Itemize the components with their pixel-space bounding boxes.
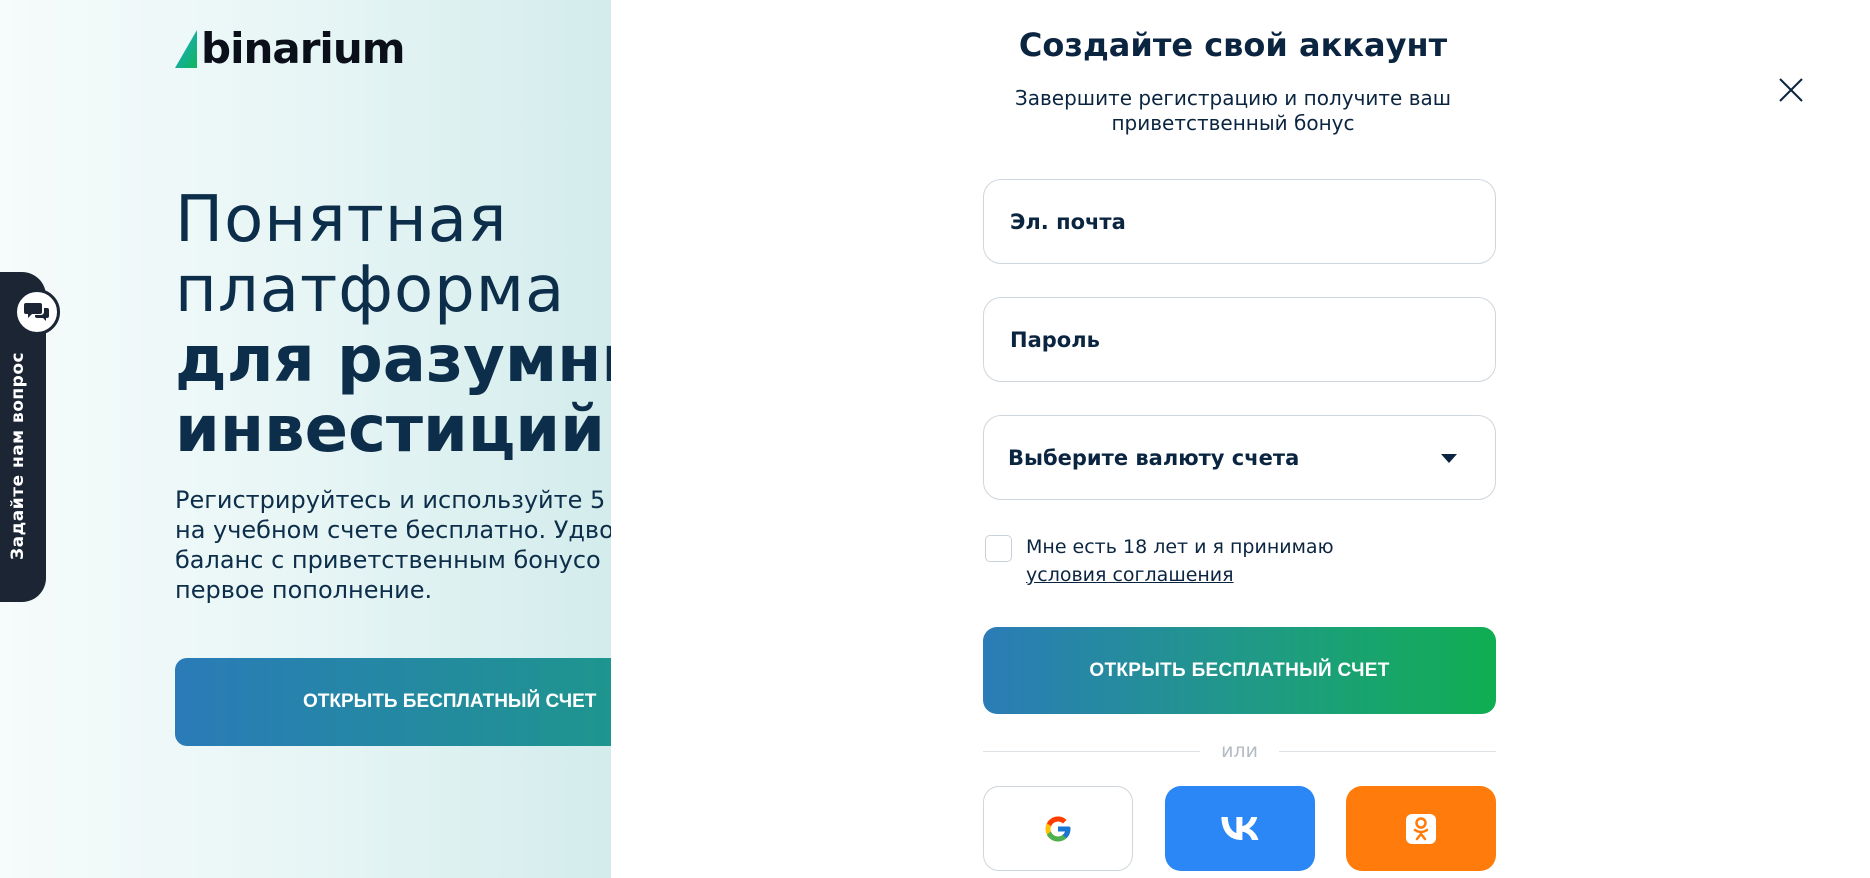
hero-heading: Понятная платформа для разумных инвестиц… [175,185,611,465]
signup-subtitle: Завершите регистрацию и получите ваш при… [1014,86,1452,135]
or-divider: или [983,740,1496,764]
hero-open-account-button[interactable]: ОТКРЫТЬ БЕСПЛАТНЫЙ СЧЕТ [175,658,611,746]
ask-question-label: Задайте нам вопрос [8,351,28,560]
odnoklassniki-login-button[interactable] [1346,786,1496,871]
password-input[interactable] [1008,326,1495,353]
hero-line-1: Понятная [175,183,508,257]
open-free-account-button[interactable]: ОТКРЫТЬ БЕСПЛАТНЫЙ СЧЕТ [983,627,1496,714]
email-field[interactable] [983,179,1496,264]
hero-line-3: для разумных [175,323,611,397]
currency-select[interactable]: Выберите валюту счета [983,415,1496,500]
password-field[interactable] [983,297,1496,382]
close-icon[interactable] [1777,76,1805,104]
hero-description: Регистрируйтесь и используйте 5 на учебн… [175,486,611,604]
logo-mark-icon [175,30,197,68]
odnoklassniki-icon [1406,813,1436,844]
brand-logo[interactable]: binarium [175,24,405,73]
chat-bubbles-icon[interactable] [14,289,60,335]
vk-icon [1221,816,1259,840]
currency-select-label: Выберите валюту счета [1008,445,1300,470]
divider-line-right [1279,751,1496,752]
signup-title: Создайте свой аккаунт [1018,26,1448,64]
consent-text: Мне есть 18 лет и я принимаю [1026,536,1334,558]
landing-section: binarium Понятная платформа для разумных… [0,0,611,878]
google-icon [1045,816,1071,841]
age-consent-checkbox[interactable] [985,535,1012,562]
google-login-button[interactable] [983,786,1133,871]
hero-line-2: платформа [175,253,566,327]
email-input[interactable] [1008,208,1495,235]
brand-name: binarium [201,24,405,73]
hero-line-4: инвестиций [175,393,605,467]
vk-login-button[interactable] [1165,786,1315,871]
agreement-terms-link[interactable]: условия соглашения [1026,564,1234,586]
consent-text-block: Мне есть 18 лет и я принимаю условия сог… [1026,533,1334,589]
chevron-down-icon [1441,454,1457,463]
